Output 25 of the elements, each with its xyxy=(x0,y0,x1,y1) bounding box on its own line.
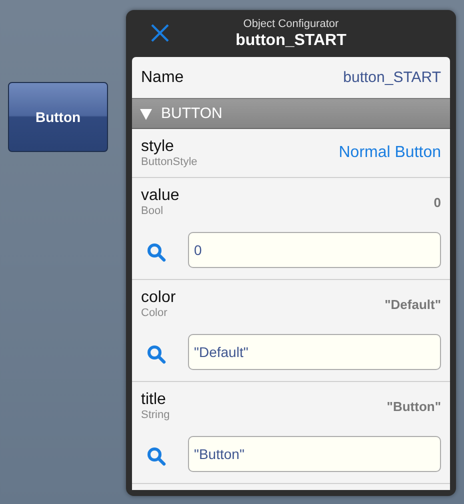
panel-subtitle: Object Configurator xyxy=(243,18,339,30)
canvas-button[interactable]: Button xyxy=(8,82,108,152)
search-icon[interactable] xyxy=(147,243,166,262)
value-field[interactable]: "Button" xyxy=(188,436,441,472)
property-type: Color xyxy=(141,307,168,320)
search-icon[interactable] xyxy=(147,447,166,466)
disclosure-triangle-icon xyxy=(140,108,152,120)
value-field[interactable]: "Default" xyxy=(188,334,441,370)
property-value: "Button" xyxy=(386,398,441,414)
property-name: color xyxy=(141,288,176,307)
property-type: ButtonStyle xyxy=(141,156,198,169)
search-icon[interactable] xyxy=(147,345,166,364)
property-name: value xyxy=(141,186,180,205)
name-value: button_START xyxy=(343,69,441,86)
value-field[interactable]: 0 xyxy=(188,232,441,268)
property-name: title xyxy=(141,390,167,409)
name-label: Name xyxy=(141,68,184,86)
property-value: 0 xyxy=(434,194,441,210)
property-type: Bool xyxy=(141,205,164,218)
property-choice[interactable]: Normal Button xyxy=(338,144,441,162)
panel-title: button_START xyxy=(236,30,346,50)
property-value: "Default" xyxy=(384,296,441,312)
property-type: String xyxy=(141,409,170,422)
close-icon[interactable] xyxy=(150,23,170,43)
property-name: style xyxy=(141,137,175,156)
